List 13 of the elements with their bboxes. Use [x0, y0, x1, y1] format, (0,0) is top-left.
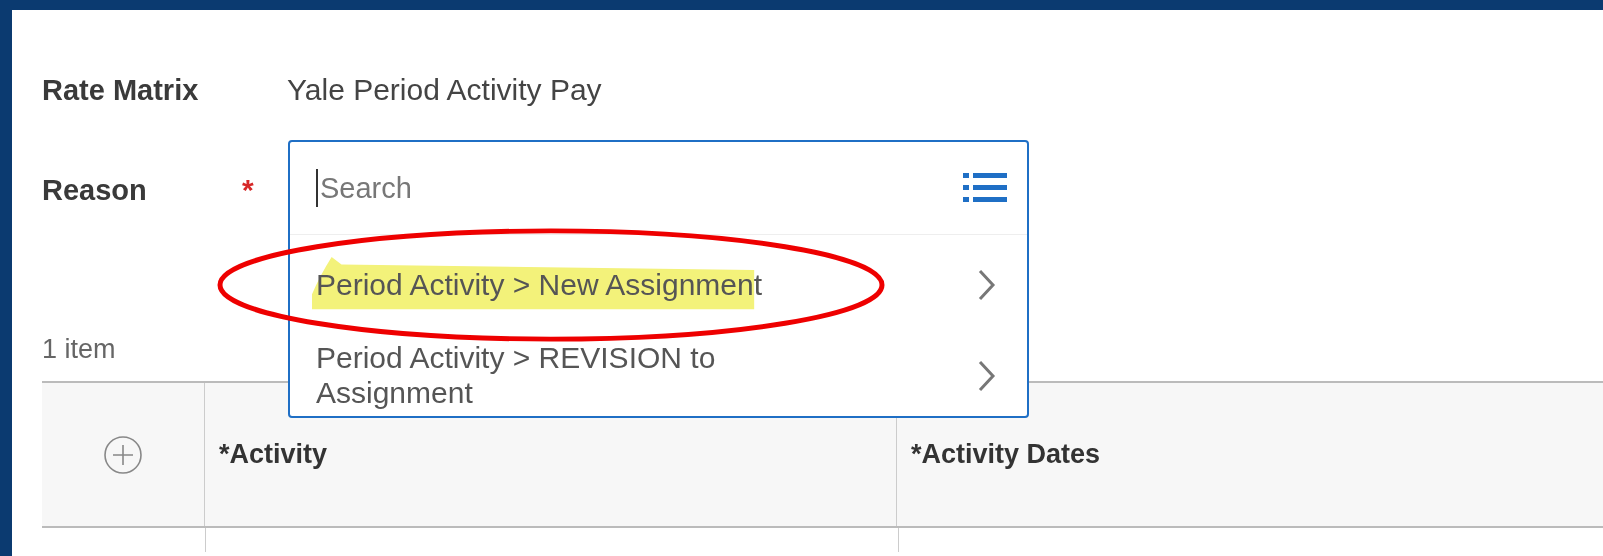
add-row-icon[interactable]	[103, 434, 143, 475]
column-header: *Activity Dates	[911, 439, 1101, 470]
chevron-icon	[977, 268, 997, 302]
column-header: *Activity	[219, 439, 328, 470]
item-count: 1 item	[42, 334, 116, 365]
required-mark: *	[242, 173, 254, 206]
field-value: Yale Period Activity Pay	[287, 73, 602, 107]
field-label: Reason	[42, 173, 148, 207]
search-field[interactable]: Search	[316, 169, 963, 207]
chevron-icon	[977, 358, 997, 393]
field-label: Rate Matrix	[42, 73, 200, 107]
list-icon[interactable]	[963, 171, 1007, 205]
dropdown-option[interactable]: Period Activity > REVISION to Assignment	[290, 335, 1027, 412]
